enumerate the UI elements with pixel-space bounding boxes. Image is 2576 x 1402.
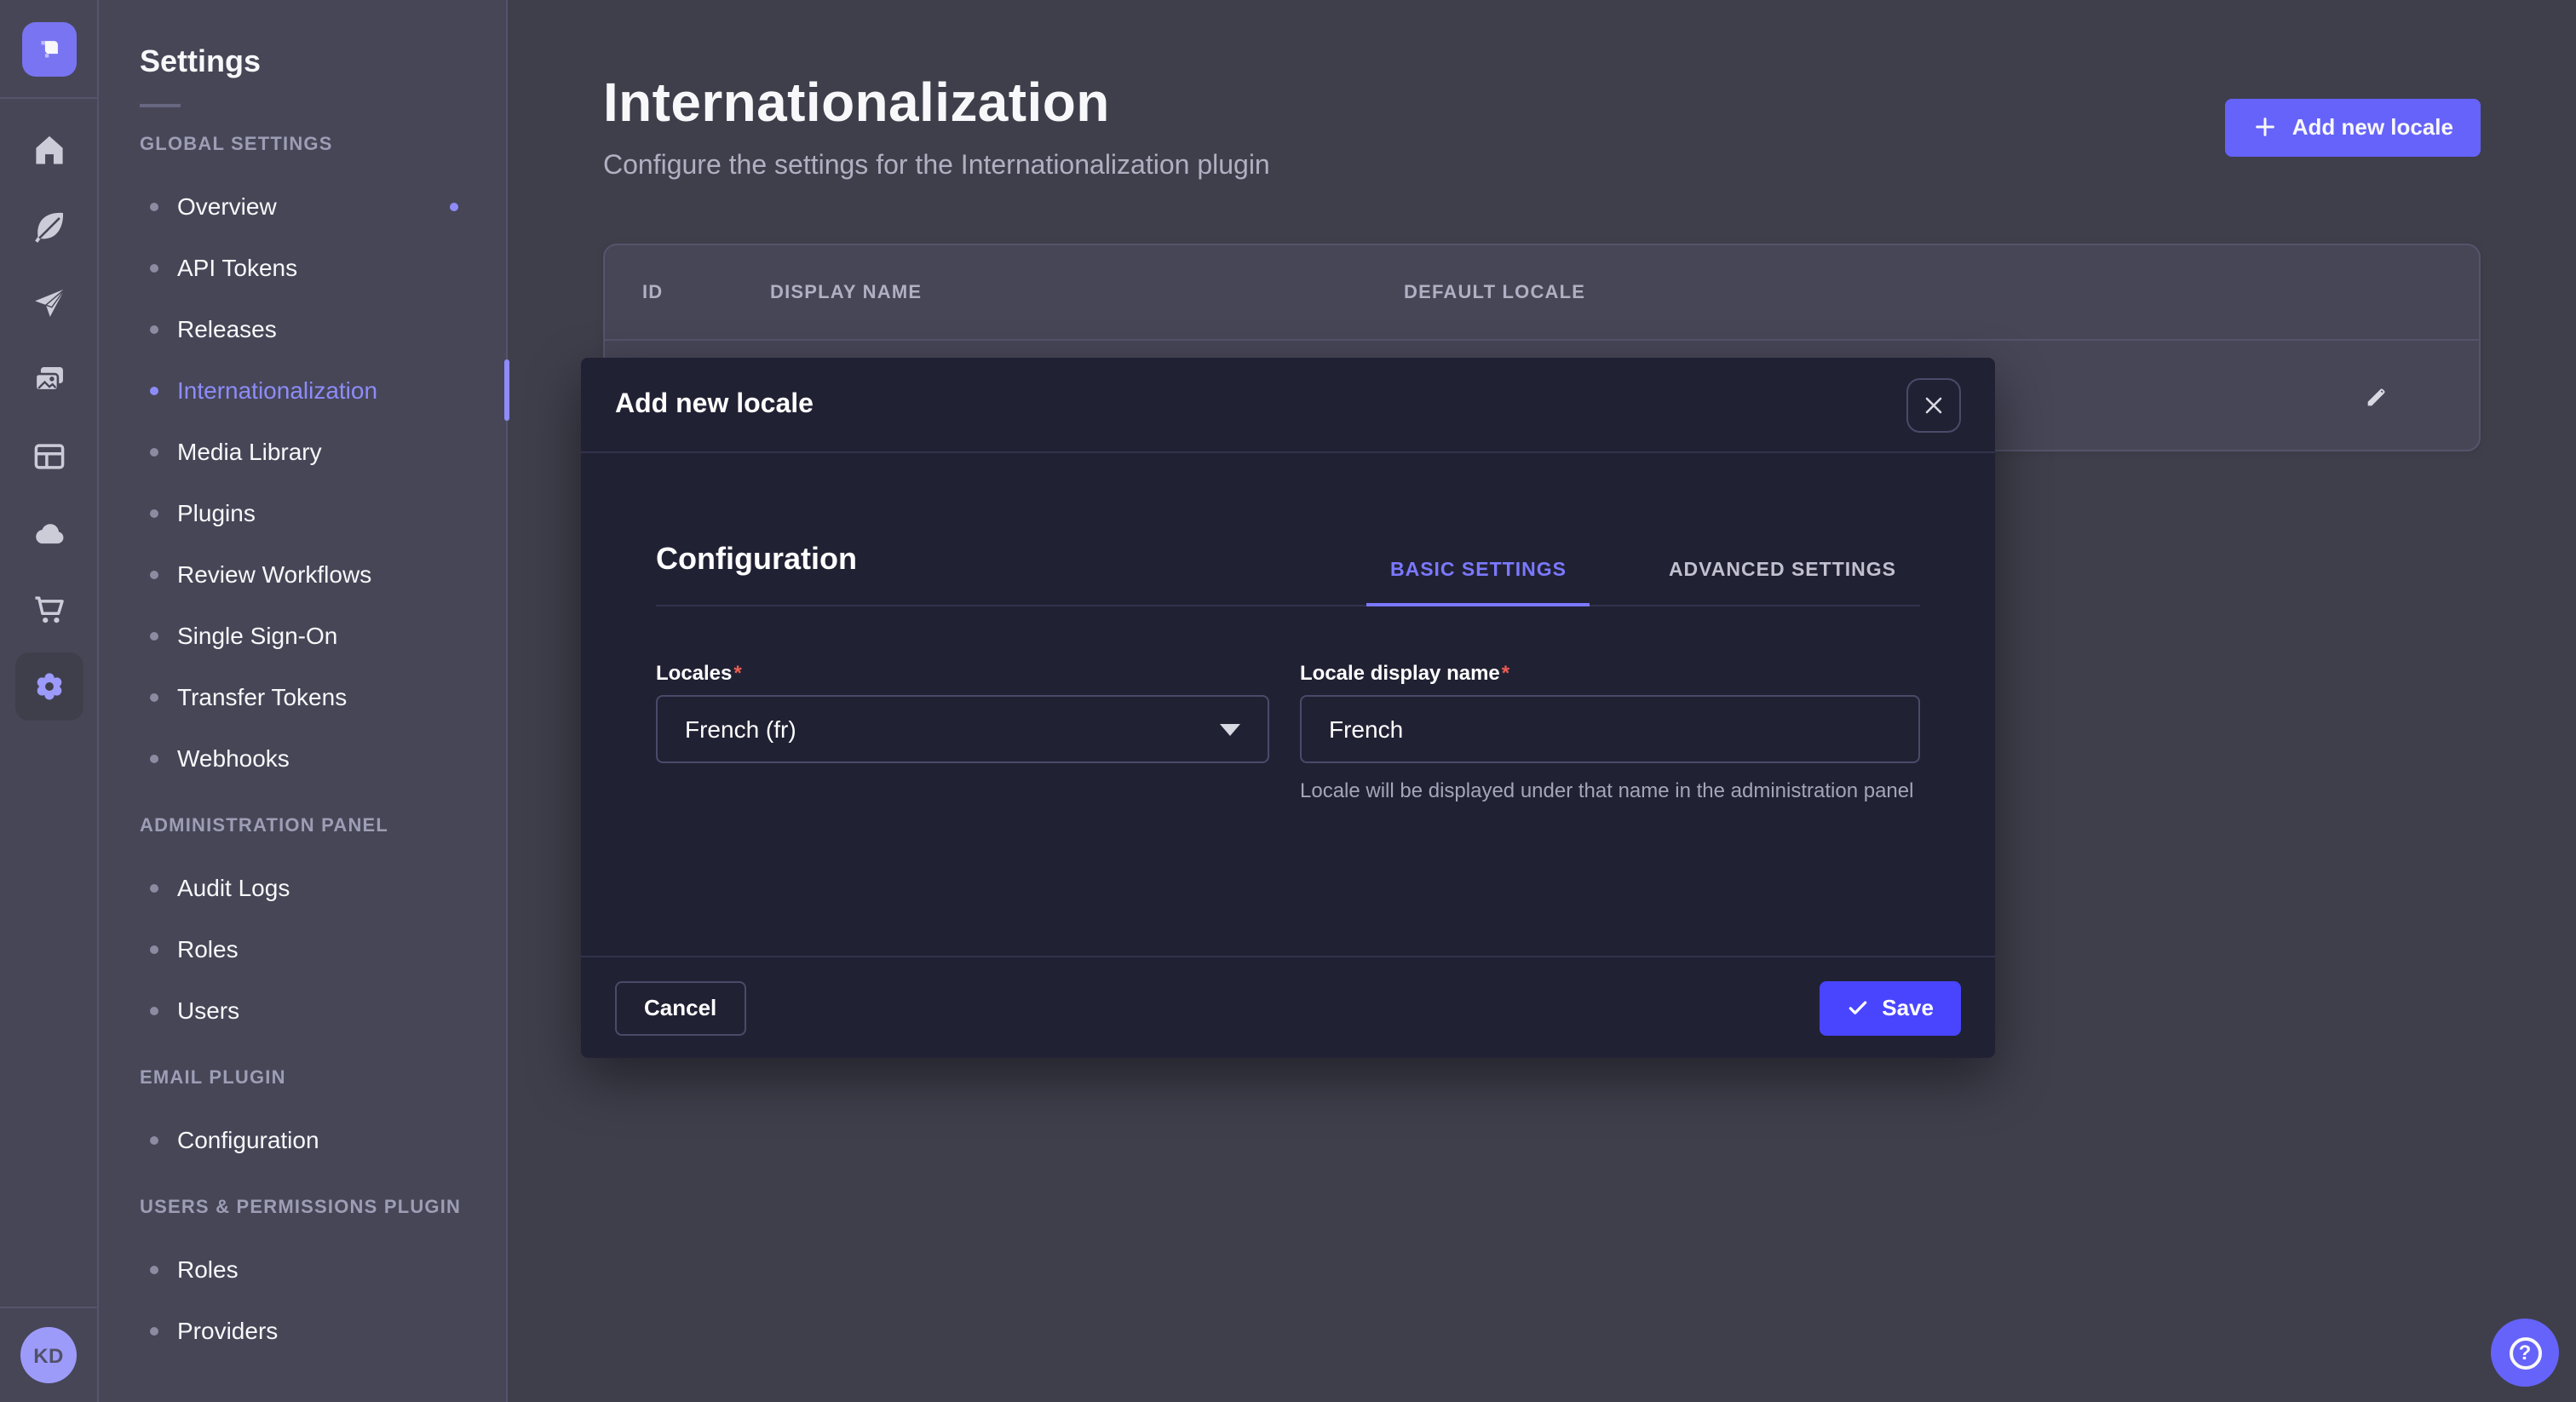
display-name-label: Locale display name* bbox=[1300, 661, 1920, 685]
close-button[interactable] bbox=[1906, 377, 1961, 432]
cancel-button[interactable]: Cancel bbox=[615, 980, 745, 1035]
locales-select[interactable]: French (fr) bbox=[656, 695, 1269, 763]
locales-select-value: French (fr) bbox=[685, 715, 796, 743]
close-icon bbox=[1923, 394, 1944, 415]
display-name-field: Locale display name* Locale will be disp… bbox=[1300, 661, 1920, 806]
chevron-down-icon bbox=[1220, 723, 1240, 735]
configuration-header: Configuration BASIC SETTINGS ADVANCED SET… bbox=[656, 542, 1920, 606]
display-name-input[interactable] bbox=[1300, 695, 1920, 763]
check-icon bbox=[1846, 997, 1868, 1019]
required-asterisk: * bbox=[733, 661, 741, 685]
modal-header: Add new locale bbox=[581, 358, 1995, 453]
save-button[interactable]: Save bbox=[1819, 980, 1961, 1035]
form-fields: Locales* French (fr) Locale display name… bbox=[656, 661, 1920, 806]
modal-footer: Cancel Save bbox=[581, 956, 1995, 1058]
locales-field: Locales* French (fr) bbox=[656, 661, 1269, 806]
tab-advanced-settings[interactable]: ADVANCED SETTINGS bbox=[1645, 560, 1920, 605]
save-label: Save bbox=[1882, 995, 1934, 1020]
display-name-hint: Locale will be displayed under that name… bbox=[1300, 777, 1920, 806]
modal-body: Configuration BASIC SETTINGS ADVANCED SET… bbox=[581, 453, 1995, 956]
app: KD Settings GLOBAL SETTINGSOverviewAPI T… bbox=[0, 0, 2576, 1402]
configuration-title: Configuration bbox=[656, 542, 857, 605]
settings-tabs: BASIC SETTINGS ADVANCED SETTINGS bbox=[1366, 560, 1920, 605]
required-asterisk: * bbox=[1502, 661, 1509, 685]
add-locale-modal: Add new locale Configuration BASIC SETTI… bbox=[581, 358, 1995, 1058]
locales-label: Locales* bbox=[656, 661, 1269, 685]
tab-basic-settings[interactable]: BASIC SETTINGS bbox=[1366, 560, 1590, 605]
modal-title: Add new locale bbox=[615, 389, 814, 420]
